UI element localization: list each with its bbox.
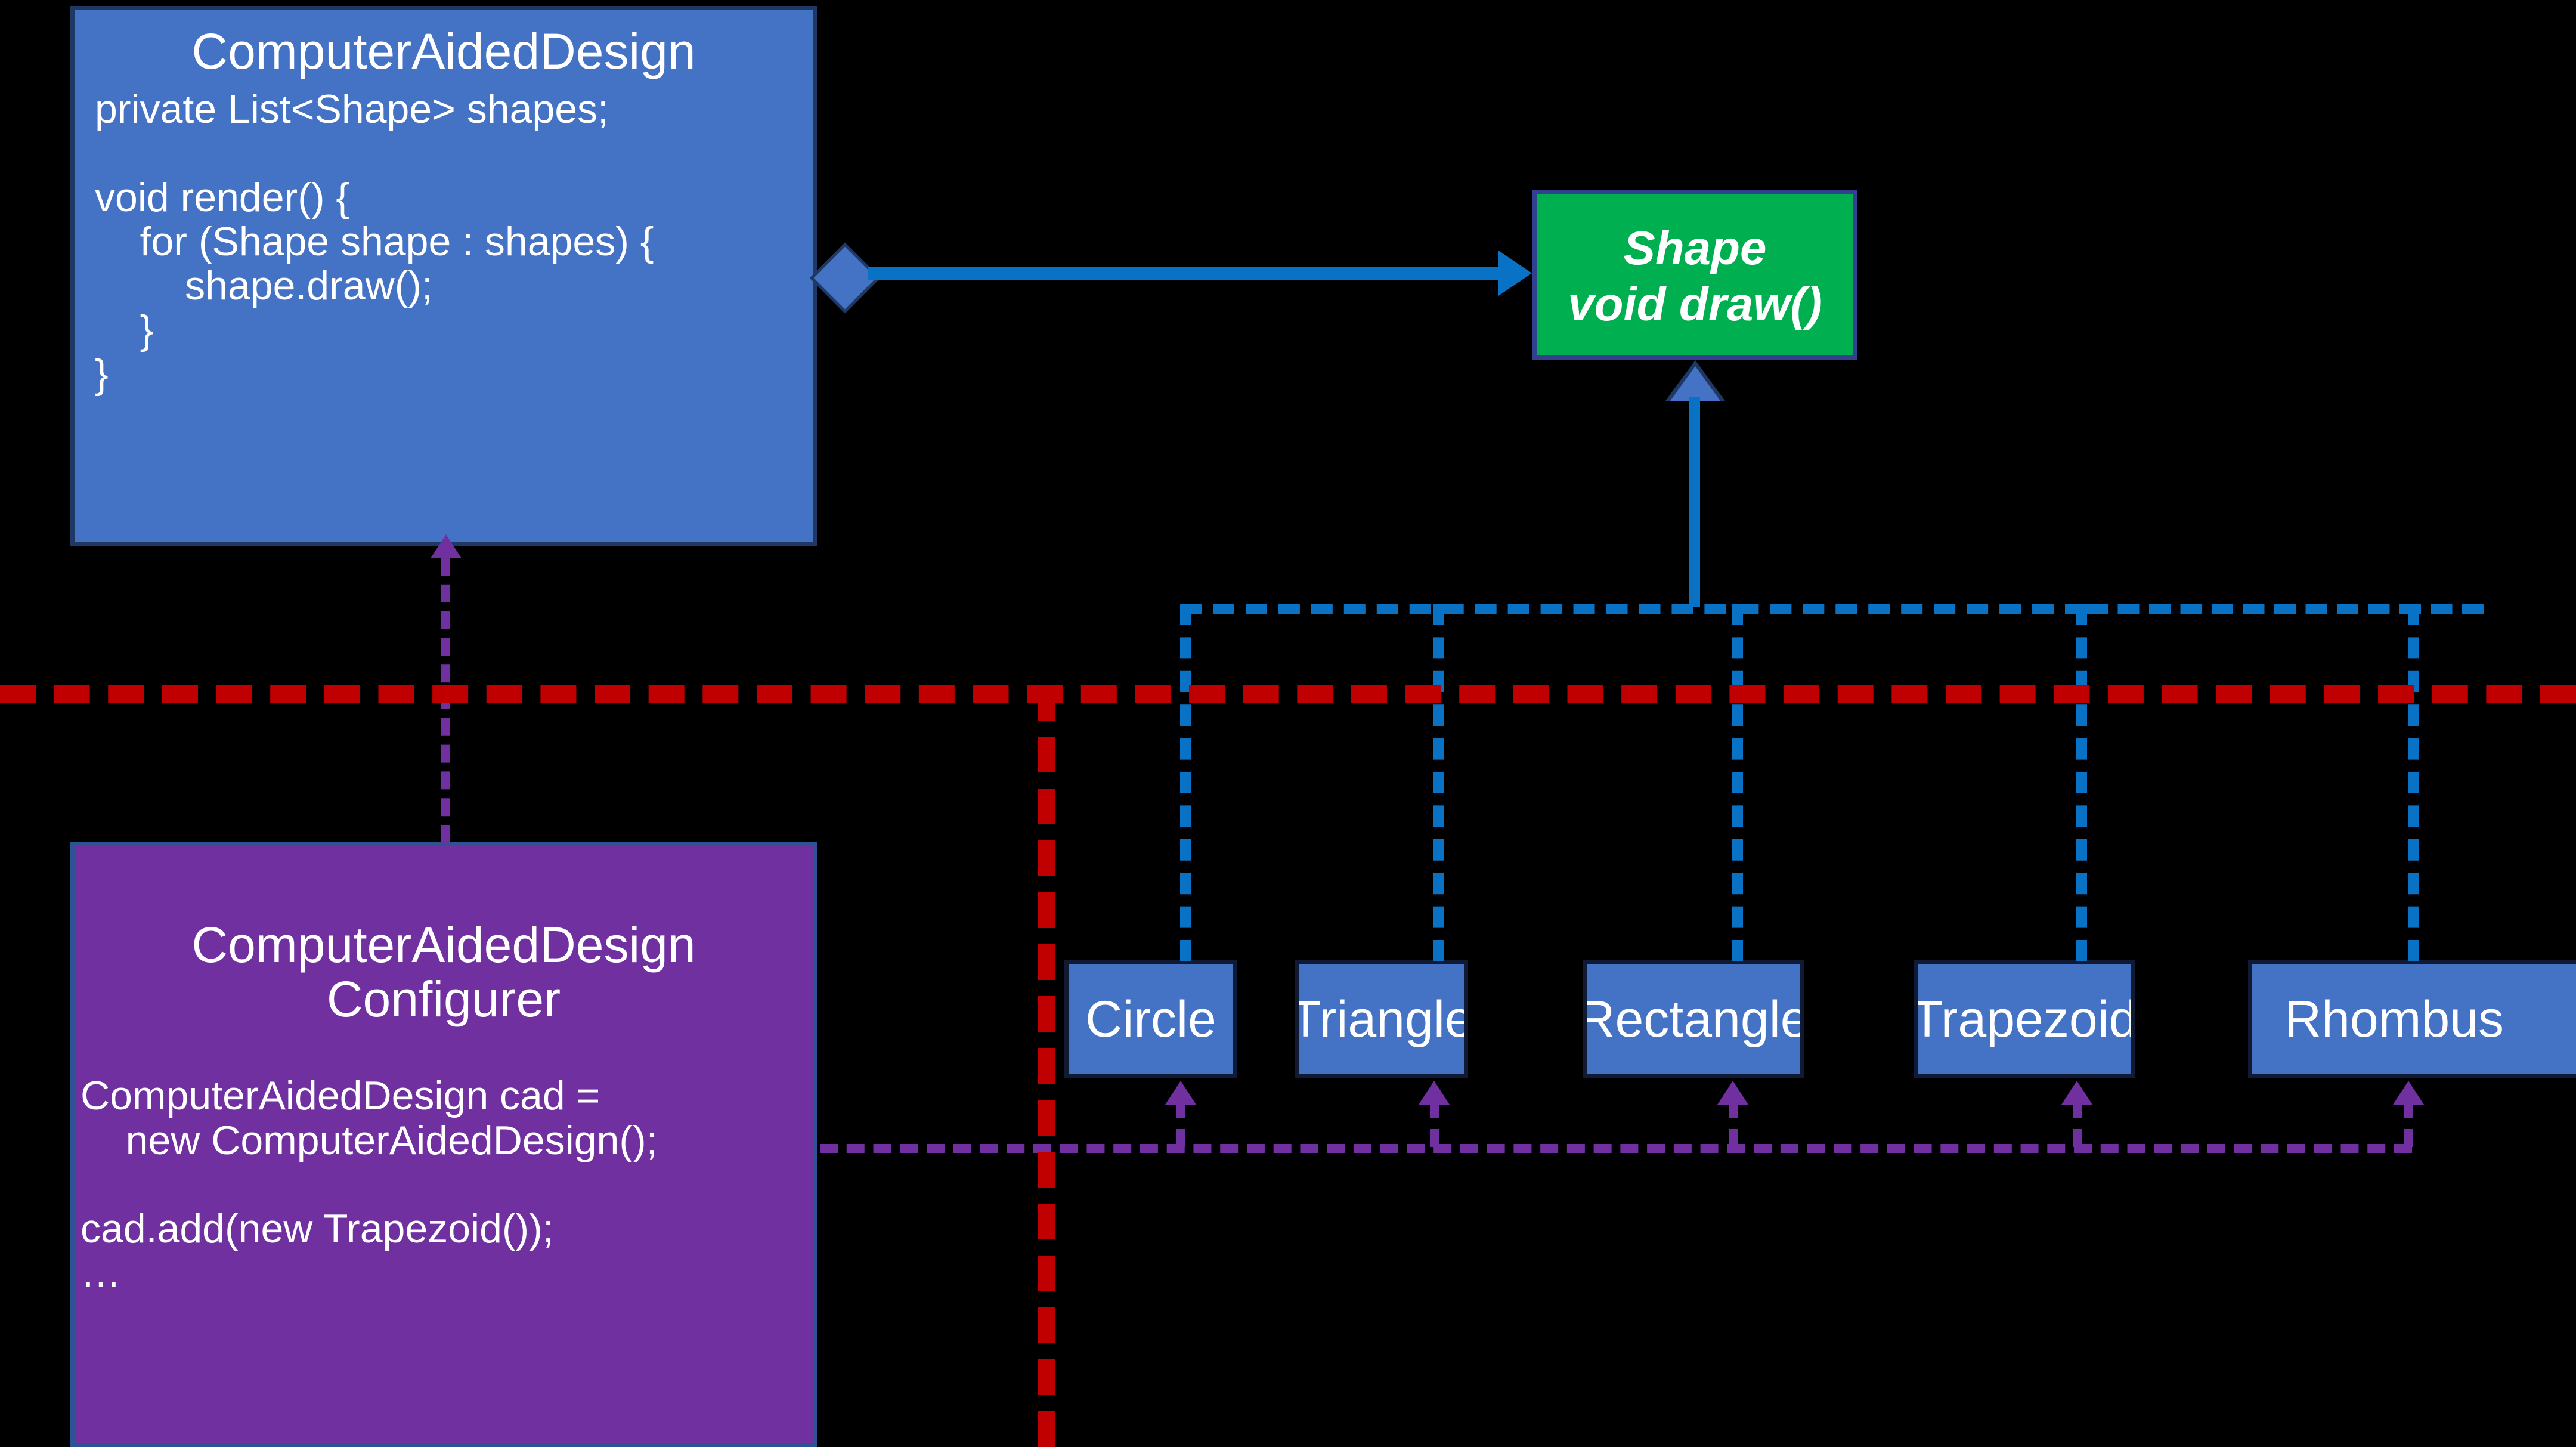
- class-label-trapezoid: Trapezoid: [1914, 991, 2135, 1048]
- class-box-rhombus[interactable]: Rhombus: [2248, 960, 2576, 1078]
- seam-line-vertical: [1038, 685, 1055, 1447]
- inheritance-drop-rectangle: [1732, 604, 1743, 961]
- class-label-rhombus: Rhombus: [2284, 991, 2504, 1048]
- class-box-rectangle[interactable]: Rectangle: [1583, 960, 1804, 1078]
- dependency-arrowhead-trapezoid-icon: [2061, 1081, 2092, 1105]
- dependency-bus-subclasses: [820, 1144, 2412, 1153]
- inheritance-drop-triangle: [1433, 604, 1444, 961]
- inheritance-stem: [1689, 397, 1700, 607]
- aggregation-arrowhead-icon: [1498, 251, 1532, 296]
- dependency-drop-rhombus: [2404, 1100, 2413, 1147]
- inheritance-bus-right: [2086, 604, 2484, 614]
- interface-label-shape: Shape void draw(): [1568, 221, 1822, 331]
- dependency-drop-trapezoid: [2073, 1100, 2082, 1147]
- dependency-arrowhead-rectangle-icon: [1717, 1081, 1748, 1105]
- dependency-drop-circle: [1176, 1100, 1185, 1147]
- class-label-rectangle: Rectangle: [1583, 991, 1804, 1048]
- inheritance-drop-trapezoid: [2076, 604, 2087, 961]
- interface-box-shape[interactable]: Shape void draw(): [1532, 190, 1857, 360]
- dependency-drop-rectangle: [1729, 1100, 1738, 1147]
- diagram-canvas: ComputerAidedDesign private List<Shape> …: [0, 0, 2576, 1447]
- class-body-computer-aided-design: private List<Shape> shapes; void render(…: [95, 86, 654, 397]
- class-title-computer-aided-design: ComputerAidedDesign: [191, 23, 696, 79]
- inheritance-drop-circle: [1180, 604, 1191, 961]
- seam-line-horizontal: [0, 685, 2576, 703]
- class-box-configurer[interactable]: ComputerAidedDesign Configurer ComputerA…: [70, 842, 817, 1447]
- class-body-configurer: ComputerAidedDesign cad = new ComputerAi…: [80, 1073, 658, 1296]
- inheritance-arrowhead-icon: [1670, 366, 1720, 401]
- dependency-arrowhead-cad-icon: [431, 534, 462, 558]
- class-box-trapezoid[interactable]: Trapezoid: [1914, 960, 2135, 1078]
- class-title-configurer: ComputerAidedDesign Configurer: [191, 917, 696, 1027]
- class-label-circle: Circle: [1085, 991, 1216, 1048]
- dependency-arrowhead-triangle-icon: [1419, 1081, 1450, 1105]
- dependency-arrowhead-circle-icon: [1165, 1081, 1196, 1105]
- dependency-arrowhead-rhombus-icon: [2393, 1081, 2424, 1105]
- class-box-computer-aided-design[interactable]: ComputerAidedDesign private List<Shape> …: [70, 6, 817, 546]
- aggregation-line: [868, 267, 1501, 280]
- inheritance-bus-left: [1180, 604, 2086, 614]
- class-label-triangle: Triangle: [1295, 991, 1468, 1048]
- inheritance-drop-rhombus: [2408, 604, 2419, 961]
- class-box-triangle[interactable]: Triangle: [1295, 960, 1468, 1078]
- dependency-drop-triangle: [1430, 1100, 1439, 1147]
- class-box-circle[interactable]: Circle: [1064, 960, 1237, 1078]
